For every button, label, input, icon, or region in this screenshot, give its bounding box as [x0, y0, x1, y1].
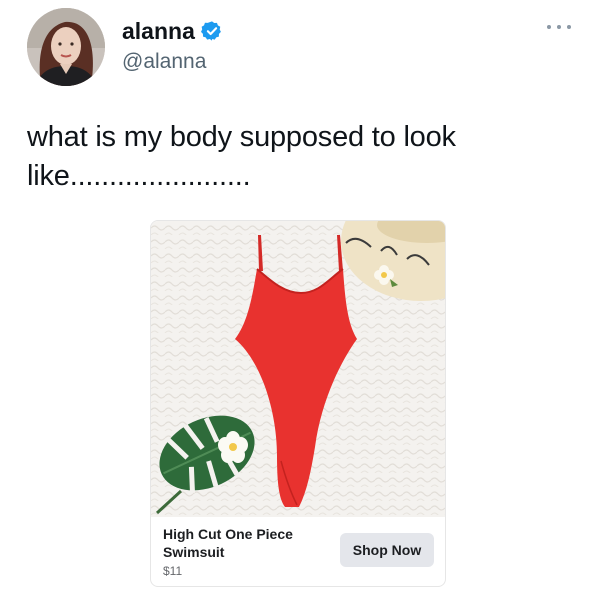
verified-badge-icon — [200, 20, 223, 42]
product-title[interactable]: High Cut One Piece Swimsuit — [163, 525, 323, 561]
dot — [547, 25, 551, 29]
author-handle[interactable]: @alanna — [122, 50, 206, 74]
product-price: $11 — [163, 564, 183, 578]
shop-now-button[interactable]: Shop Now — [340, 533, 434, 567]
avatar[interactable] — [27, 8, 105, 86]
tweet: alanna @alanna what is my body supposed … — [0, 0, 599, 591]
author-display-name[interactable]: alanna — [122, 18, 195, 44]
product-image[interactable] — [151, 221, 445, 517]
more-options-ellipsis-icon[interactable] — [547, 22, 571, 32]
dot — [557, 25, 561, 29]
tweet-text: what is my body supposed to look like...… — [27, 121, 456, 192]
author-name-row[interactable]: alanna — [122, 18, 223, 44]
ad-card[interactable]: High Cut One Piece Swimsuit $11 Shop Now — [150, 220, 446, 587]
dot — [567, 25, 571, 29]
